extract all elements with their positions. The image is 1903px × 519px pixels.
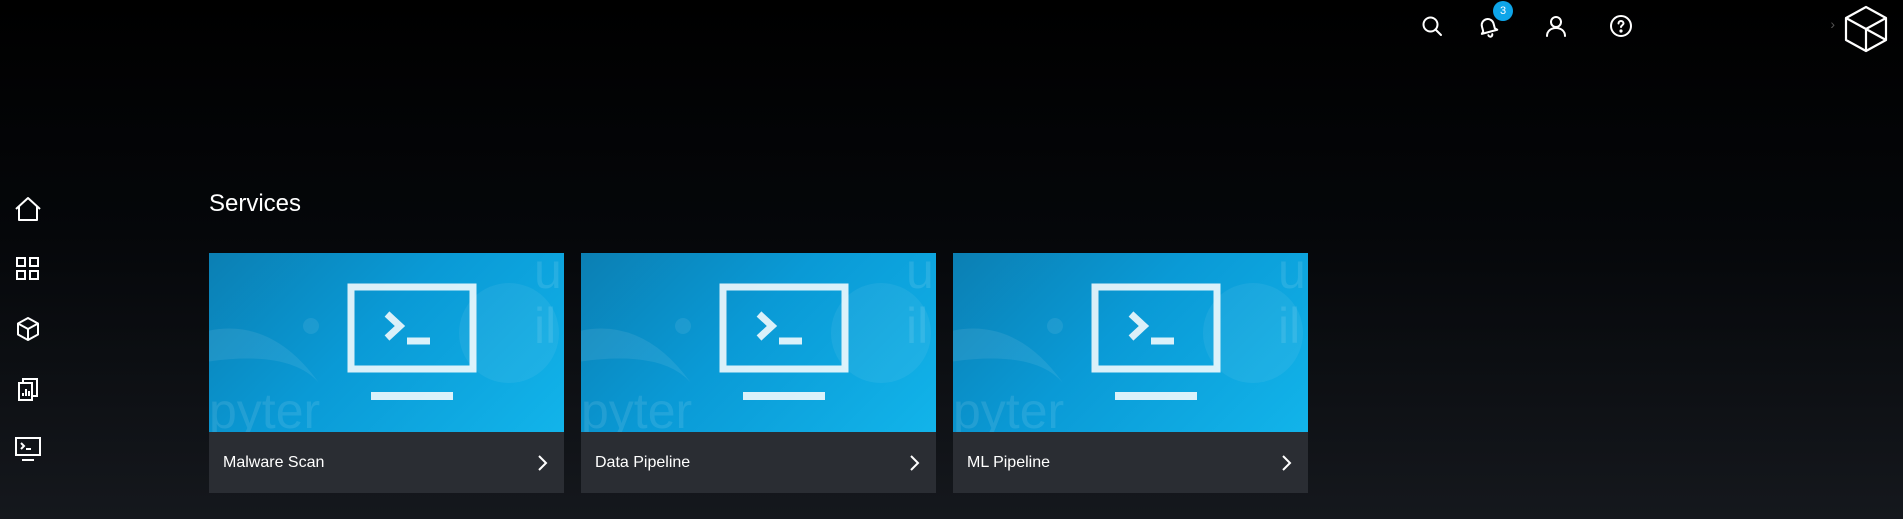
card-footer: Data Pipeline	[581, 432, 936, 493]
notifications-button[interactable]: 3	[1473, 1, 1513, 41]
svg-text:il: il	[534, 298, 556, 354]
svg-text:pyter: pyter	[209, 383, 320, 432]
sidebar-item-packages[interactable]	[12, 313, 44, 345]
card-label: Malware Scan	[223, 453, 325, 471]
reports-icon	[18, 378, 38, 401]
chevron-right-icon	[910, 454, 920, 471]
sidebar-item-dashboard[interactable]	[12, 253, 44, 285]
card-thumbnail: u il pyter	[581, 253, 936, 432]
terminal-monitor-icon	[719, 283, 849, 400]
svg-text:u: u	[534, 253, 562, 299]
svg-text:pyter: pyter	[581, 383, 692, 432]
notification-count-badge: 3	[1493, 1, 1513, 21]
card-footer: ML Pipeline	[953, 432, 1308, 493]
service-card-data-pipeline[interactable]: u il pyter Data Pipeline	[581, 253, 936, 493]
svg-text:pyter: pyter	[953, 383, 1064, 432]
card-thumbnail: u il pyter	[953, 253, 1308, 432]
terminal-monitor-icon	[1091, 283, 1221, 400]
chevron-right-icon	[1282, 454, 1292, 471]
card-thumbnail: u il pyter	[209, 253, 564, 432]
top-bar: 3 ›	[0, 0, 1903, 53]
user-menu[interactable]: ›	[1705, 16, 1835, 38]
card-label: Data Pipeline	[595, 453, 691, 471]
terminal-monitor-icon	[347, 283, 477, 400]
services-card-list: u il pyter Malware Scan u il pyter Data …	[209, 253, 1308, 493]
cube-icon	[17, 317, 39, 341]
service-card-malware-scan[interactable]: u il pyter Malware Scan	[209, 253, 564, 493]
section-title: Services	[209, 190, 302, 217]
chevron-right-icon: ›	[1830, 16, 1835, 32]
grid-icon	[16, 257, 39, 280]
svg-text:il: il	[1278, 298, 1300, 354]
help-icon[interactable]	[1606, 11, 1636, 41]
sidebar-item-home[interactable]	[12, 193, 44, 225]
svg-text:u: u	[906, 253, 934, 299]
terminal-icon	[15, 437, 41, 461]
sidebar-item-services[interactable]	[12, 433, 44, 465]
card-footer: Malware Scan	[209, 432, 564, 493]
sidebar-item-reports[interactable]	[12, 373, 44, 405]
home-icon	[15, 197, 41, 221]
service-card-ml-pipeline[interactable]: u il pyter ML Pipeline	[953, 253, 1308, 493]
svg-text:il: il	[906, 298, 928, 354]
search-icon[interactable]	[1417, 11, 1447, 41]
chevron-right-icon	[538, 454, 548, 471]
svg-text:u: u	[1278, 253, 1306, 299]
user-icon[interactable]	[1541, 11, 1571, 41]
card-label: ML Pipeline	[967, 453, 1051, 471]
cube-logo-icon[interactable]	[1843, 5, 1891, 57]
